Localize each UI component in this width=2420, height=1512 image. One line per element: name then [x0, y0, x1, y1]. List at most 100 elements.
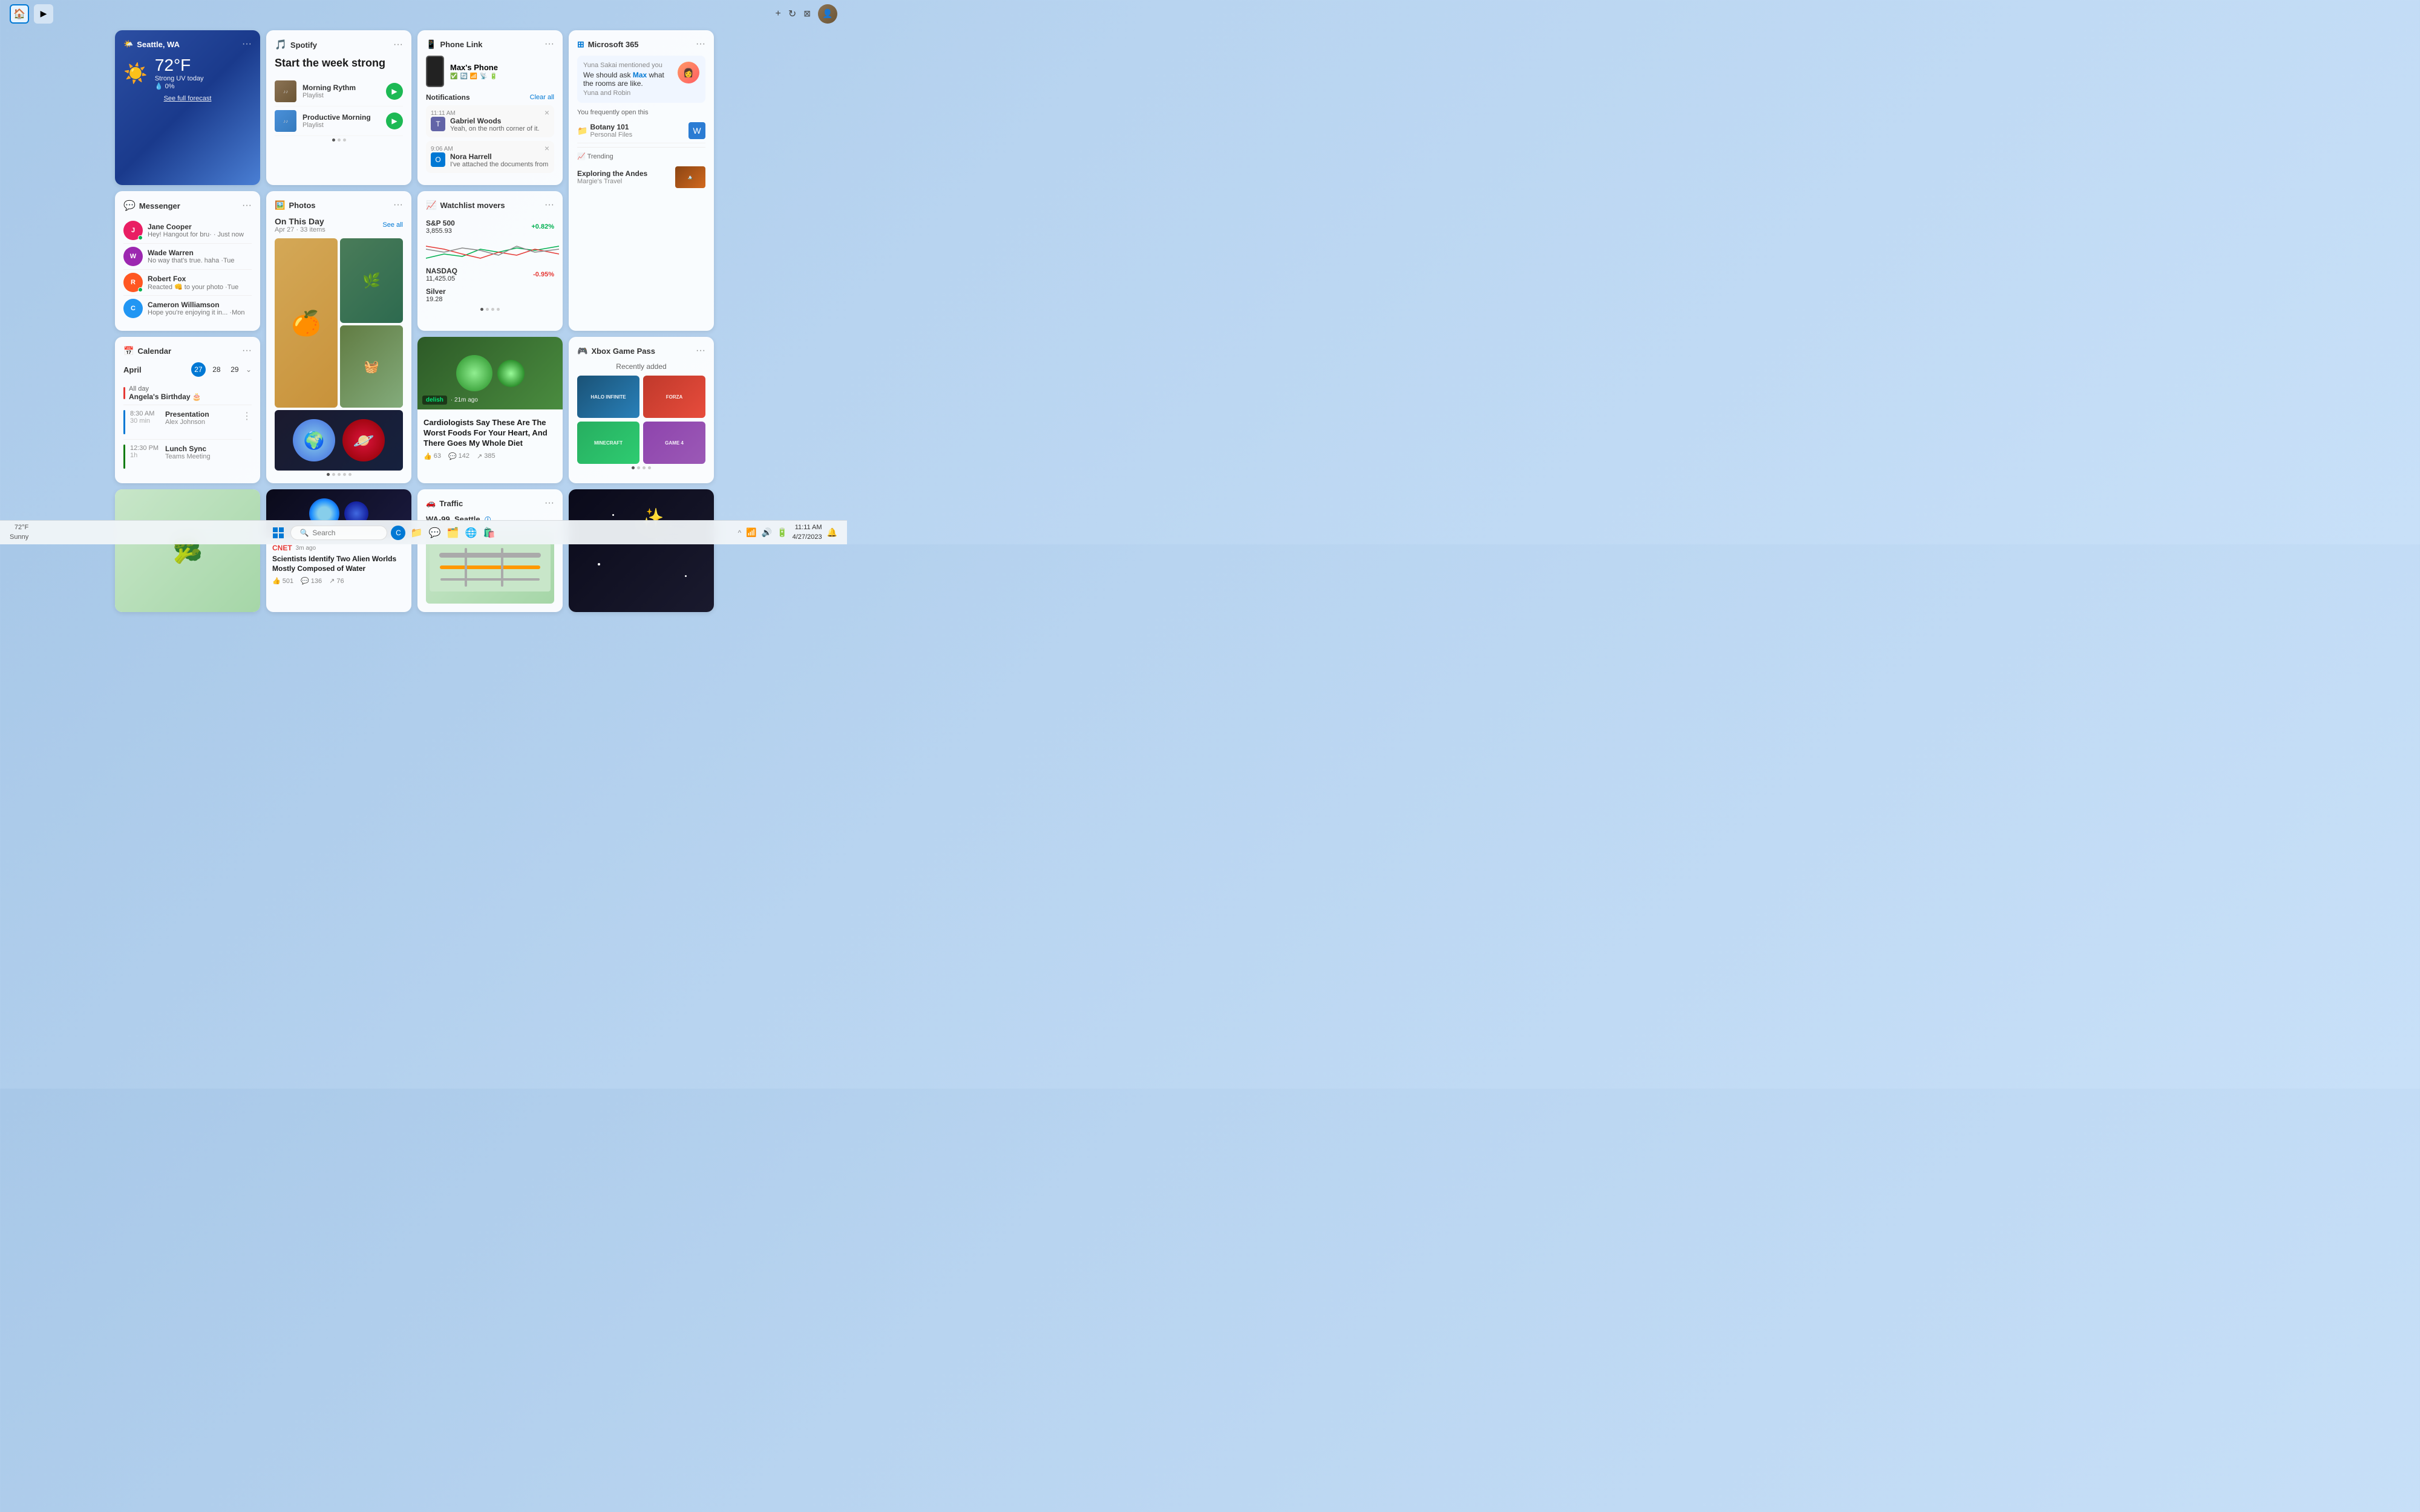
phonelink-menu[interactable]: ···	[544, 39, 554, 50]
game-item[interactable]: GAME 4	[643, 422, 705, 464]
shares-count[interactable]: ↗ 76	[329, 577, 344, 585]
calendar-day-27[interactable]: 27	[191, 362, 206, 377]
contact-info: Robert Fox Reacted 👊 to your photo ·Tue	[148, 275, 252, 291]
list-item[interactable]: 8:30 AM 30 min Presentation Alex Johnson…	[123, 405, 252, 440]
game-item[interactable]: HALO INFINITE	[577, 376, 639, 418]
weather-location-icon: 🌤️	[123, 39, 133, 49]
clear-all-button[interactable]: Clear all	[530, 94, 554, 101]
calendar-day-29[interactable]: 29	[227, 362, 242, 377]
see-all-link[interactable]: See all	[382, 221, 403, 229]
contact-info: Cameron Williamson Hope you're enjoying …	[148, 301, 252, 316]
play-button[interactable]: ▶	[386, 112, 403, 129]
list-item[interactable]: × 11:11 AM T Gabriel Woods Yeah, on the …	[426, 105, 554, 137]
event-content: Presentation Alex Johnson	[165, 410, 209, 434]
weather-precip: 💧 0%	[155, 82, 204, 90]
home-tab[interactable]: 🏠	[10, 4, 29, 24]
list-item[interactable]: C Cameron Williamson Hope you're enjoyin…	[123, 296, 252, 321]
files-taskbar-button[interactable]: 🗂️	[445, 526, 460, 540]
edge-button[interactable]: 🌐	[463, 526, 478, 540]
file-info: 📁 Botany 101 Personal Files	[577, 123, 684, 138]
list-item[interactable]: W Wade Warren No way that's true. haha ·…	[123, 244, 252, 270]
game-item[interactable]: FORZA	[643, 376, 705, 418]
media-tab[interactable]: ▶	[34, 4, 53, 24]
watchlist-icon: 📈	[426, 200, 436, 210]
store-button[interactable]: 🛍️	[482, 526, 496, 540]
spotify-menu[interactable]: ···	[393, 39, 403, 50]
messenger-menu[interactable]: ···	[242, 200, 252, 211]
event-options-icon[interactable]: ⋮	[242, 410, 252, 422]
play-button[interactable]: ▶	[386, 83, 403, 100]
windows-icon	[272, 527, 284, 539]
list-item[interactable]: ♪♪ Morning Rythm Playlist ▶	[275, 77, 403, 106]
trending-item[interactable]: Exploring the Andes Margie's Travel 🏔️	[577, 163, 705, 192]
top-bar-left: 🏠 ▶	[10, 4, 53, 24]
collapse-button[interactable]: ⊠	[803, 8, 811, 19]
phonelink-icon: 📱	[426, 39, 436, 50]
likes-count[interactable]: 👍 501	[272, 577, 293, 585]
mention-block[interactable]: Yuna Sakai mentioned you We should ask M…	[577, 56, 705, 103]
list-item[interactable]: ♪♪ Productive Morning Playlist ▶	[275, 106, 403, 136]
food-widget: 🥦	[115, 489, 260, 612]
photo-cell[interactable]: 🍊	[275, 238, 338, 408]
comments-count[interactable]: 💬 142	[448, 452, 469, 460]
add-button[interactable]: +	[776, 8, 781, 19]
list-item[interactable]: S&P 500 3,855.93 +0.82%	[426, 217, 554, 237]
search-bar[interactable]: 🔍	[290, 526, 387, 540]
xbox-subtitle: Recently added	[577, 362, 705, 371]
event-time: 8:30 AM 30 min	[130, 410, 160, 434]
explorer-button[interactable]: 📁	[409, 526, 424, 540]
close-icon[interactable]: ×	[544, 108, 549, 117]
chevron-down-icon[interactable]: ⌄	[246, 365, 252, 374]
track-name: Productive Morning	[302, 113, 380, 122]
watchlist-menu[interactable]: ···	[544, 200, 554, 210]
volume-icon[interactable]: 🔊	[762, 527, 772, 538]
photos-icon: 🖼️	[275, 200, 285, 210]
calendar-menu[interactable]: ···	[242, 345, 252, 356]
phonelink-title: 📱 Phone Link	[426, 39, 483, 50]
allday-label: All day	[129, 385, 201, 393]
list-item[interactable]: 12:30 PM 1h Lunch Sync Teams Meeting	[123, 440, 252, 474]
calendar-month: April	[123, 365, 142, 374]
mention-text: We should ask Max what the rooms are lik…	[583, 71, 673, 88]
weather-menu[interactable]: ···	[242, 39, 252, 50]
notification-icon[interactable]: 🔔	[827, 527, 837, 538]
list-item[interactable]: NASDAQ 11,425.05 -0.95%	[426, 264, 554, 285]
stock-value: 11,425.05	[426, 275, 457, 282]
chevron-icon[interactable]: ^	[738, 529, 742, 537]
shares-count[interactable]: ↗ 385	[477, 452, 495, 460]
start-button[interactable]	[270, 524, 287, 541]
mention-people: Yuna and Robin	[583, 90, 673, 97]
news1-image: delish · 21m ago	[417, 337, 563, 409]
list-item[interactable]: Silver 19.28	[426, 285, 554, 305]
file-item[interactable]: 📁 Botany 101 Personal Files W	[577, 119, 705, 143]
traffic-menu[interactable]: ···	[544, 498, 554, 509]
list-item[interactable]: R Robert Fox Reacted 👊 to your photo ·Tu…	[123, 270, 252, 296]
xbox-menu[interactable]: ···	[696, 345, 705, 356]
weather-forecast-link[interactable]: See full forecast	[123, 95, 252, 102]
user-avatar[interactable]: 👤	[818, 4, 837, 24]
calendar-day-28[interactable]: 28	[209, 362, 224, 377]
likes-count[interactable]: 👍 63	[424, 452, 441, 460]
refresh-button[interactable]: ↻	[788, 8, 796, 20]
track-thumbnail: ♪♪	[275, 80, 296, 102]
game-item[interactable]: MINECRAFT	[577, 422, 639, 464]
watchlist-widget: 📈 Watchlist movers ··· S&P 500 3,855.93 …	[417, 191, 563, 331]
photos-menu[interactable]: ···	[393, 200, 403, 210]
photo-cell-space[interactable]: 🌍 🪐	[275, 410, 403, 471]
list-item[interactable]: J Jane Cooper Hey! Hangout for bru· · Ju…	[123, 218, 252, 244]
m365-menu[interactable]: ···	[696, 39, 705, 50]
mention-highlight: Max	[633, 71, 647, 79]
close-icon[interactable]: ×	[544, 143, 549, 153]
list-item[interactable]: × 9:06 AM O Nora Harrell I've attached t…	[426, 141, 554, 173]
news1-content: Cardiologists Say These Are The Worst Fo…	[417, 409, 563, 466]
battery-taskbar-icon[interactable]: 🔋	[777, 527, 787, 538]
photo-cell[interactable]: 🌿	[340, 238, 403, 323]
stars-container: ✨	[569, 489, 714, 612]
wifi-taskbar-icon[interactable]: 📶	[746, 527, 756, 538]
photo-cell[interactable]: 🧺	[340, 325, 403, 408]
cortana-button[interactable]: C	[391, 526, 405, 540]
datetime-display[interactable]: 11:11 AM 4/27/2023	[793, 523, 822, 542]
comments-count[interactable]: 💬 136	[301, 577, 322, 585]
search-input[interactable]	[312, 529, 373, 537]
messenger-taskbar-button[interactable]: 💬	[427, 526, 442, 540]
